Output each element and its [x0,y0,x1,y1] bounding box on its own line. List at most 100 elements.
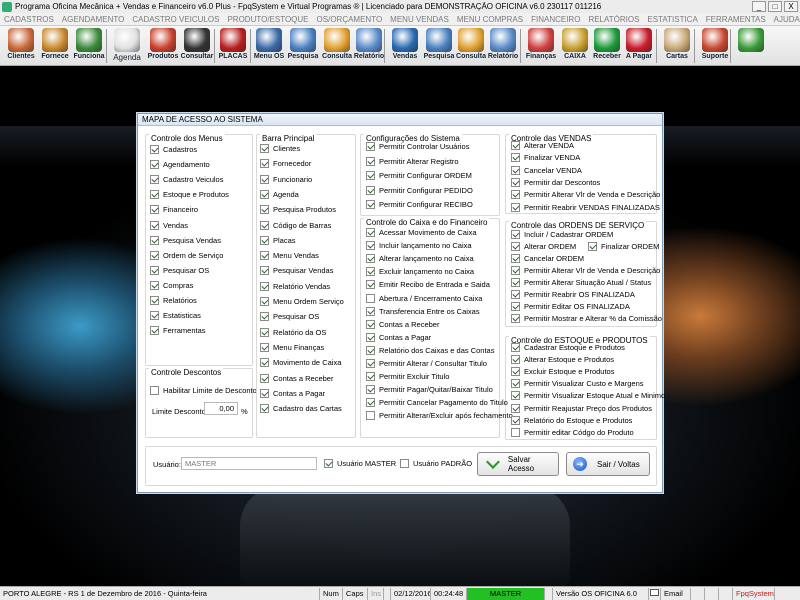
checkbox-box[interactable] [366,372,375,382]
cb-estoque-alterar-estoque-e-produtos[interactable]: Alterar Estoque e Produtos [511,355,614,365]
menu-item-menu-compras[interactable]: MENU COMPRAS [457,15,523,24]
checkbox-box[interactable] [366,280,375,290]
cb-estoque-permitir-editar-codgo-do-produto[interactable]: Permitir editar Códgo do Produto [511,427,634,437]
cb-estoque-cadastrar-estoque-e-produtos[interactable]: Cadastrar Estoque e Produtos [511,343,625,352]
cb-caixa-transferencia-entre-os-caixas[interactable]: Transferencia Entre os Caixas [366,306,480,316]
cb-barra-placas[interactable]: Placas [260,235,296,245]
checkbox-box[interactable] [366,200,375,209]
checkbox-box[interactable] [511,302,520,311]
checkbox-box[interactable] [511,202,520,212]
toolbar-button-fornece-1[interactable]: Fornece [38,28,72,64]
cb-menus-ordem-de-servico[interactable]: Ordem de Serviço [150,250,223,260]
cb-menus-vendas[interactable]: Vendas [150,220,188,230]
checkbox-box[interactable] [150,190,159,200]
toolbar-button-receber-17[interactable]: Receber [590,28,624,64]
checkbox-box[interactable] [150,145,159,154]
cb-caixa-permitir-pagar-quitar-baixar-titulo[interactable]: Permitir Pagar/Quitar/Baixar Titulo [366,385,493,395]
cb-menus-relatorios[interactable]: Relatórios [150,296,197,305]
cb-barra-agenda[interactable]: Agenda [260,189,299,199]
cb-vendas-alterar-venda[interactable]: Alterar VENDA [511,141,574,150]
checkbox-box[interactable] [260,251,269,261]
cb-menus-cadastros[interactable]: Cadastros [150,145,197,154]
checkbox-box[interactable] [150,265,159,275]
checkbox-box[interactable] [366,332,375,342]
toolbar-button-consulta-9[interactable]: Consulta [320,28,354,64]
cb-vendas-permitir-reabrir-vendas-finalizadas[interactable]: Permitir Reabrir VENDAS FINALIZADAS [511,202,660,212]
limite-desconto-input[interactable]: 0,00 [204,402,238,415]
checkbox-box[interactable] [366,228,375,237]
status-icon-1[interactable] [691,587,705,600]
menu-item-financeiro[interactable]: FINANCEIRO [531,15,580,24]
menu-item-ajuda[interactable]: AJUDA [774,15,800,24]
cb-barra-codigo-de-barras[interactable]: Código de Barras [260,220,331,230]
checkbox-box[interactable] [511,242,520,251]
cb-estoque-relatorio-do-estoque-e-produtos[interactable]: Relatório do Estoque e Produtos [511,415,632,425]
cb-menus-estatisticas[interactable]: Estatisticas [150,311,201,321]
checkbox-box[interactable] [150,326,159,336]
checkbox-box[interactable] [260,281,269,291]
cb-vendas-cancelar-venda[interactable]: Cancelar VENDA [511,165,582,175]
cb-menus-financeiro[interactable]: Financeiro [150,205,198,215]
menu-item-os-or-amento[interactable]: OS/ORÇAMENTO [317,15,383,24]
toolbar-button-consultar-5[interactable]: Consultar [180,28,214,64]
checkbox-box[interactable] [260,388,269,398]
cb-barra-pesquisa-produtos[interactable]: Pesquisa Produtos [260,205,336,215]
toolbar-button-a-pagar-18[interactable]: A Pagar [622,28,656,64]
cb-config-permitir-configurar-pedido[interactable]: Permitir Configurar PEDIDO [366,185,473,195]
checkbox-box[interactable] [366,398,375,408]
cb-barra-pesquisar-os[interactable]: Pesquisar OS [260,312,319,322]
status-icon-3[interactable] [719,587,733,600]
checkbox-box[interactable] [260,266,269,276]
checkbox-box[interactable] [260,189,269,199]
checkbox-box[interactable] [511,141,520,150]
usuario-padrao-checkbox[interactable]: Usuário PADRÃO [400,459,472,468]
checkbox-box[interactable] [260,327,269,337]
toolbar-button-clientes-0[interactable]: Clientes [4,28,38,64]
checkbox-box[interactable] [260,312,269,322]
status-email[interactable]: Email [661,587,691,600]
checkbox-box[interactable] [260,174,269,184]
cb-barra-movimento-de-caixa[interactable]: Movimento de Caixa [260,358,341,368]
cb-vendas-permitir-alterar-vlr-de-venda-e-descricao[interactable]: Permitir Alterar Vlr de Venda e Descriçã… [511,190,660,200]
checkbox-box[interactable] [511,379,520,389]
checkbox-box[interactable] [366,254,375,264]
checkbox-box[interactable] [260,342,269,352]
checkbox-box[interactable] [150,311,159,321]
cb-menus-ferramentas[interactable]: Ferramentas [150,326,206,336]
checkbox-box[interactable] [511,415,520,425]
toolbar-button-pesquisa-12[interactable]: Pesquisa [422,28,456,64]
usuario-master-box[interactable] [324,459,333,468]
cb-caixa-alterar-lancamento-no-caixa[interactable]: Alterar lançamento no Caixa [366,254,474,264]
cb-barra-menu-financas[interactable]: Menu Finanças [260,342,324,352]
cb-caixa-permitir-alterar-excluir-apos-fechamento[interactable]: Permitir Alterar/Excluir após fechamento [366,411,513,421]
cb-caixa-acessar-movimento-de-caixa[interactable]: Acessar Movimento de Caixa [366,228,477,237]
toolbar-button-placas-6[interactable]: PLACAS [216,28,250,64]
checkbox-box[interactable] [150,205,159,215]
checkbox-box[interactable] [150,175,159,185]
usuario-padrao-box[interactable] [400,459,409,468]
menu-item-cadastro-veiculos[interactable]: CADASTRO VEICULOS [132,15,219,24]
checkbox-box[interactable] [260,358,269,368]
cb-caixa-permitir-cancelar-pagamento-do-titulo[interactable]: Permitir Cancelar Pagamento do Titulo [366,398,508,408]
checkbox-box[interactable] [511,153,520,163]
toolbar-button-suporte-20[interactable]: Suporte [698,28,732,64]
checkbox-box[interactable] [366,306,375,316]
checkbox-box[interactable] [150,220,159,230]
cb-menus-pesquisar-os[interactable]: Pesquisar OS [150,265,209,275]
cb-barra-relatorio-da-os[interactable]: Relatório da OS [260,327,326,337]
sair-button[interactable]: ➔ Sair / Voltas [566,452,650,476]
cb-vendas-permitir-dar-descontos[interactable]: Permitir dar Descontos [511,177,600,187]
checkbox-box[interactable] [366,293,375,303]
close-button[interactable]: X [784,1,798,12]
cb-menus-estoque-e-produtos[interactable]: Estoque e Produtos [150,190,229,200]
cb-barra-relatorio-vendas[interactable]: Relatório Vendas [260,281,330,291]
checkbox-box[interactable] [511,403,520,413]
checkbox-box[interactable] [150,296,159,305]
cb-ordens-permitir-reabrir-os-finalizada[interactable]: Permitir Reabrir OS FINALIZADA [511,290,635,299]
toolbar-button-menu-os-7[interactable]: Menu OS [252,28,286,64]
checkbox-box[interactable] [260,144,269,153]
cb-caixa-incluir-lancamento-no-caixa[interactable]: Incluir lançamento no Caixa [366,241,472,251]
checkbox-box[interactable] [366,359,375,368]
checkbox-box[interactable] [511,266,520,275]
cb-estoque-permitir-reajustar-preco-dos-produtos[interactable]: Permitir Reajustar Preço dos Produtos [511,403,652,413]
